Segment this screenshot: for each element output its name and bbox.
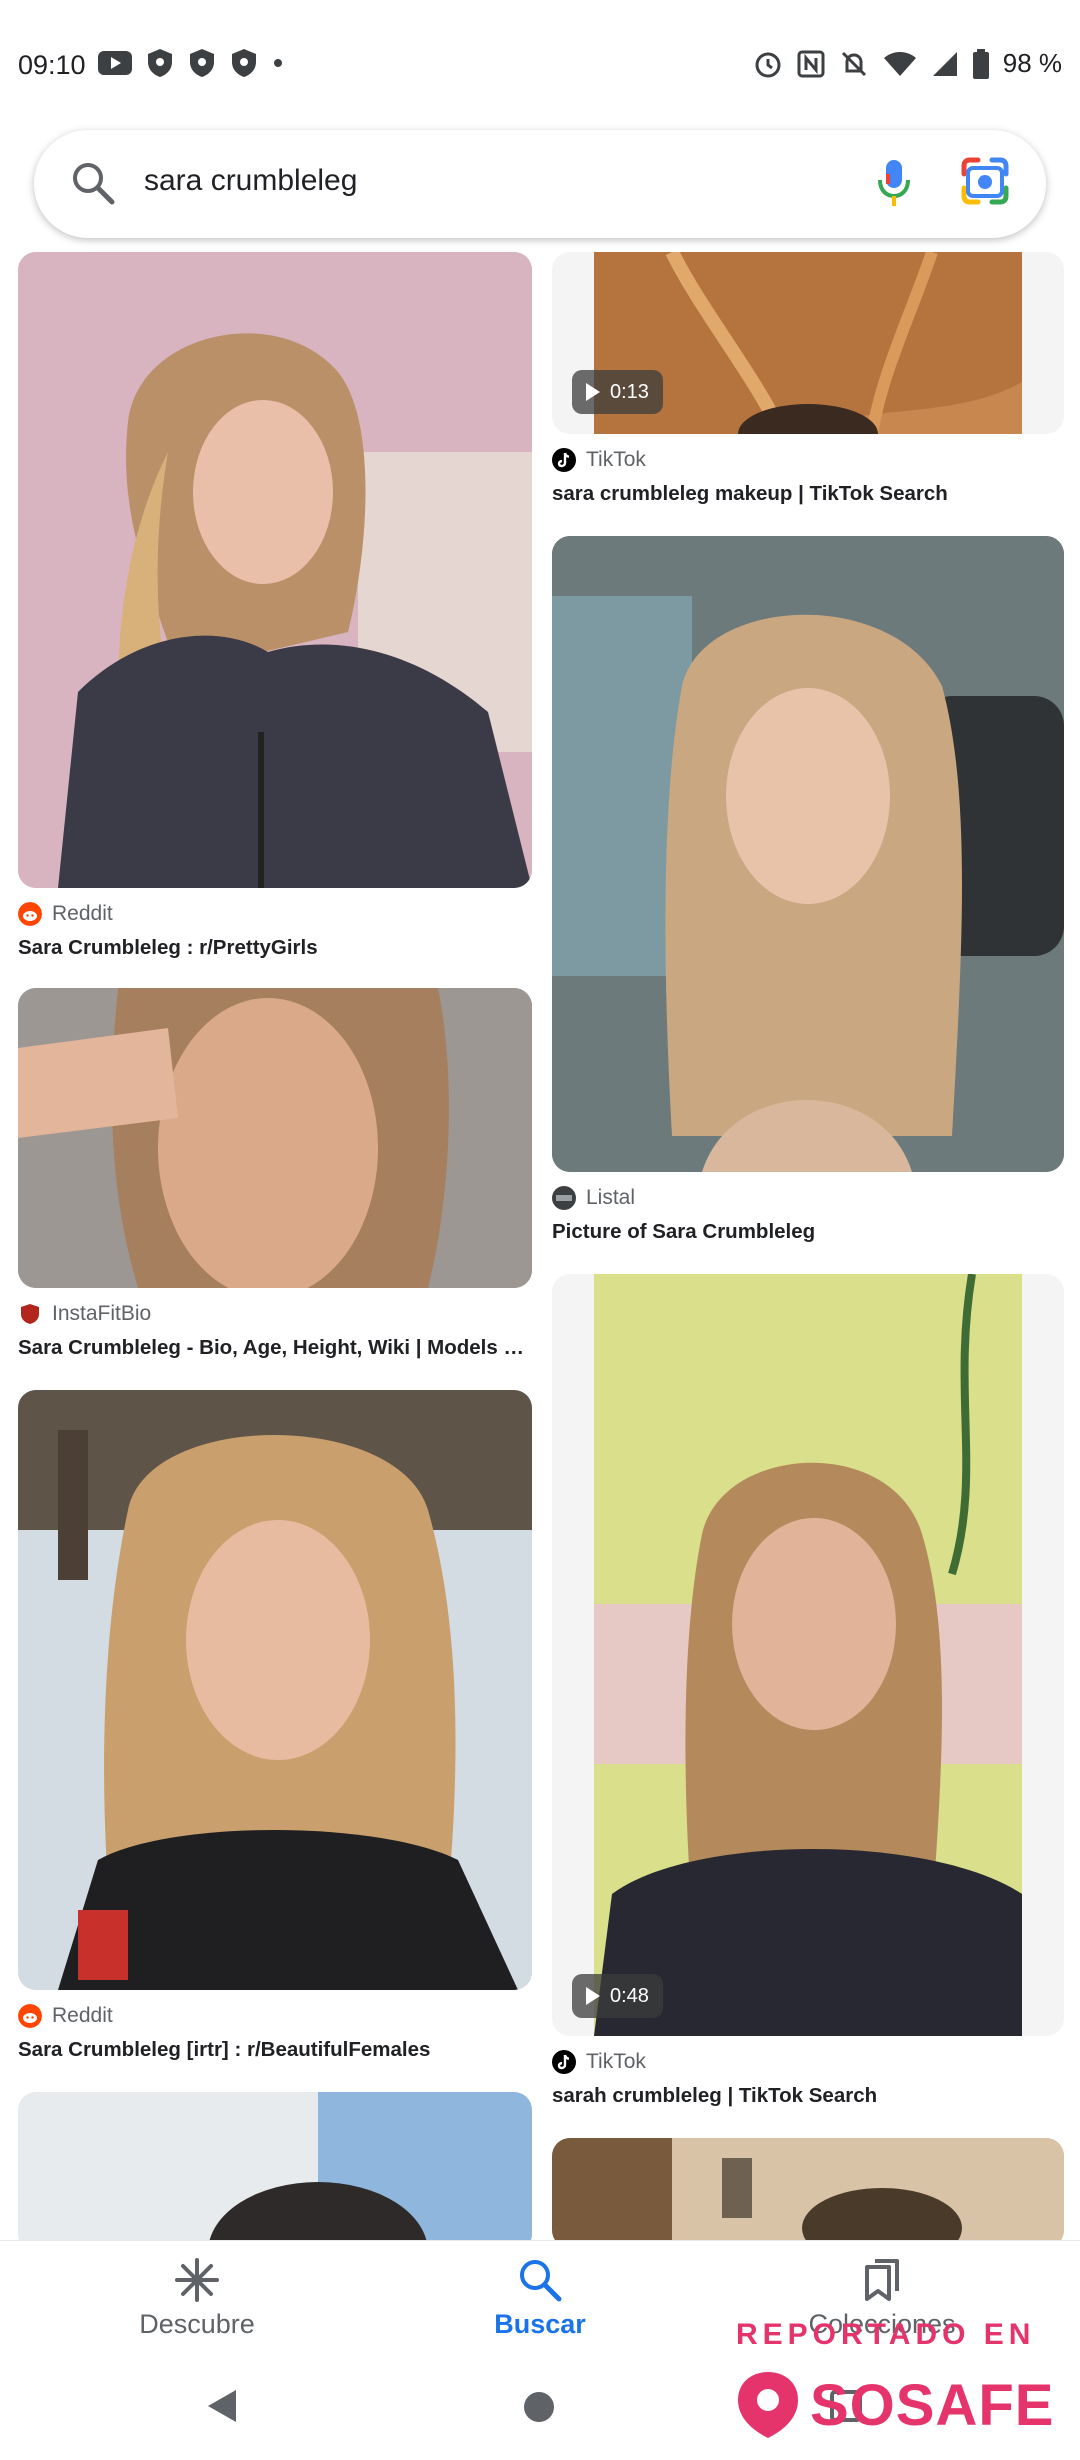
result-caption[interactable]: Picture of Sara Crumbleleg xyxy=(552,1220,1062,1244)
result-source[interactable]: Reddit xyxy=(18,2004,113,2028)
thumbnail-image xyxy=(552,2138,1064,2240)
result-source[interactable]: Reddit xyxy=(18,902,113,926)
instafitbio-icon xyxy=(21,1304,39,1324)
search-icon xyxy=(520,2260,562,2302)
listal-icon xyxy=(552,1186,576,1210)
shield-icon xyxy=(190,49,214,77)
thumbnail-image xyxy=(18,1390,532,1990)
result-source-name: Reddit xyxy=(52,902,113,925)
sosafe-shield-icon xyxy=(738,2372,798,2438)
result-image-reddit-prettygirls[interactable] xyxy=(18,252,532,888)
watermark-caption: REPORTADO EN xyxy=(736,2318,1036,2351)
dot-icon xyxy=(274,59,282,67)
signal-icon xyxy=(932,51,957,76)
result-image-partial[interactable] xyxy=(18,2092,532,2240)
result-caption[interactable]: Sara Crumbleleg - Bio, Age, Height, Wiki… xyxy=(18,1336,530,1360)
back-icon[interactable] xyxy=(206,2388,238,2424)
status-bar: 09:10 98 % xyxy=(0,0,1080,130)
shield-icon xyxy=(148,49,172,77)
result-source-name: TikTok xyxy=(586,448,646,471)
result-image-tiktok-makeup[interactable]: 0:13 xyxy=(552,252,1064,434)
video-duration-badge: 0:13 xyxy=(572,370,663,414)
mute-icon xyxy=(841,51,866,76)
search-icon[interactable] xyxy=(70,160,116,206)
nav-descubre[interactable]: Descubre xyxy=(67,2257,327,2340)
result-source-name: Reddit xyxy=(52,2004,113,2027)
result-source[interactable]: TikTok xyxy=(552,2050,646,2074)
battery-percent: 98 % xyxy=(1002,48,1062,78)
image-results-grid: 0:13 TikTok sara crumbleleg makeup | Tik… xyxy=(0,252,1080,2240)
thumbnail-image xyxy=(18,988,532,1288)
thumbnail-image xyxy=(18,252,532,888)
nav-label: Buscar xyxy=(494,2309,586,2339)
status-right-icons: 98 % xyxy=(753,48,1062,79)
result-source-name: InstaFitBio xyxy=(52,1302,152,1325)
alarm-icon xyxy=(755,52,781,77)
microphone-icon[interactable] xyxy=(874,154,914,214)
youtube-icon xyxy=(98,51,132,75)
google-lens-icon[interactable] xyxy=(960,156,1010,206)
reddit-icon xyxy=(18,902,42,926)
video-duration: 0:13 xyxy=(610,380,649,403)
nfc-icon xyxy=(797,50,825,77)
play-icon xyxy=(586,1987,600,2005)
watermark-brand: SOSAFE xyxy=(810,2372,1055,2438)
watermark-logo: SOSAFE xyxy=(736,2370,1055,2440)
result-caption[interactable]: sarah crumbleleg | TikTok Search xyxy=(552,2084,1062,2108)
result-source[interactable]: Listal xyxy=(552,1186,635,1210)
result-source-name: Listal xyxy=(586,1186,636,1209)
result-source[interactable]: TikTok xyxy=(552,448,646,472)
asterisk-icon xyxy=(175,2258,219,2302)
wifi-icon xyxy=(883,51,916,76)
search-input[interactable]: sara crumbleleg xyxy=(144,164,357,198)
thumbnail-image xyxy=(18,2092,532,2240)
nav-label: Descubre xyxy=(139,2309,255,2339)
result-image-tiktok-sarah[interactable]: 0:48 xyxy=(552,1274,1064,2036)
home-icon[interactable] xyxy=(522,2390,556,2424)
status-left-icons xyxy=(98,48,284,78)
tiktok-icon xyxy=(552,448,576,472)
result-caption[interactable]: sara crumbleleg makeup | TikTok Search xyxy=(552,482,1062,506)
shield-icon xyxy=(232,49,256,77)
result-image-reddit-beautifulfemales[interactable] xyxy=(18,1390,532,1990)
video-duration-badge: 0:48 xyxy=(572,1974,663,2018)
reddit-icon xyxy=(18,2004,42,2028)
status-time: 09:10 xyxy=(18,50,86,80)
search-bar[interactable]: sara crumbleleg xyxy=(34,130,1046,238)
result-caption[interactable]: Sara Crumbleleg : r/PrettyGirls xyxy=(18,936,528,960)
tiktok-icon xyxy=(552,2050,576,2074)
result-image-instafitbio[interactable] xyxy=(18,988,532,1288)
video-duration: 0:48 xyxy=(610,1984,649,2007)
result-image-listal[interactable] xyxy=(552,536,1064,1172)
nav-buscar[interactable]: Buscar xyxy=(410,2257,670,2340)
result-caption[interactable]: Sara Crumbleleg [irtr] : r/BeautifulFema… xyxy=(18,2038,530,2062)
thumbnail-image xyxy=(594,1274,1022,2036)
play-icon xyxy=(586,383,600,401)
bookmarks-icon xyxy=(865,2259,899,2301)
result-image-partial[interactable] xyxy=(552,2138,1064,2240)
result-source[interactable]: InstaFitBio xyxy=(18,1302,151,1326)
result-source-name: TikTok xyxy=(586,2050,646,2073)
battery-icon xyxy=(972,48,989,79)
thumbnail-image xyxy=(552,536,1064,1172)
